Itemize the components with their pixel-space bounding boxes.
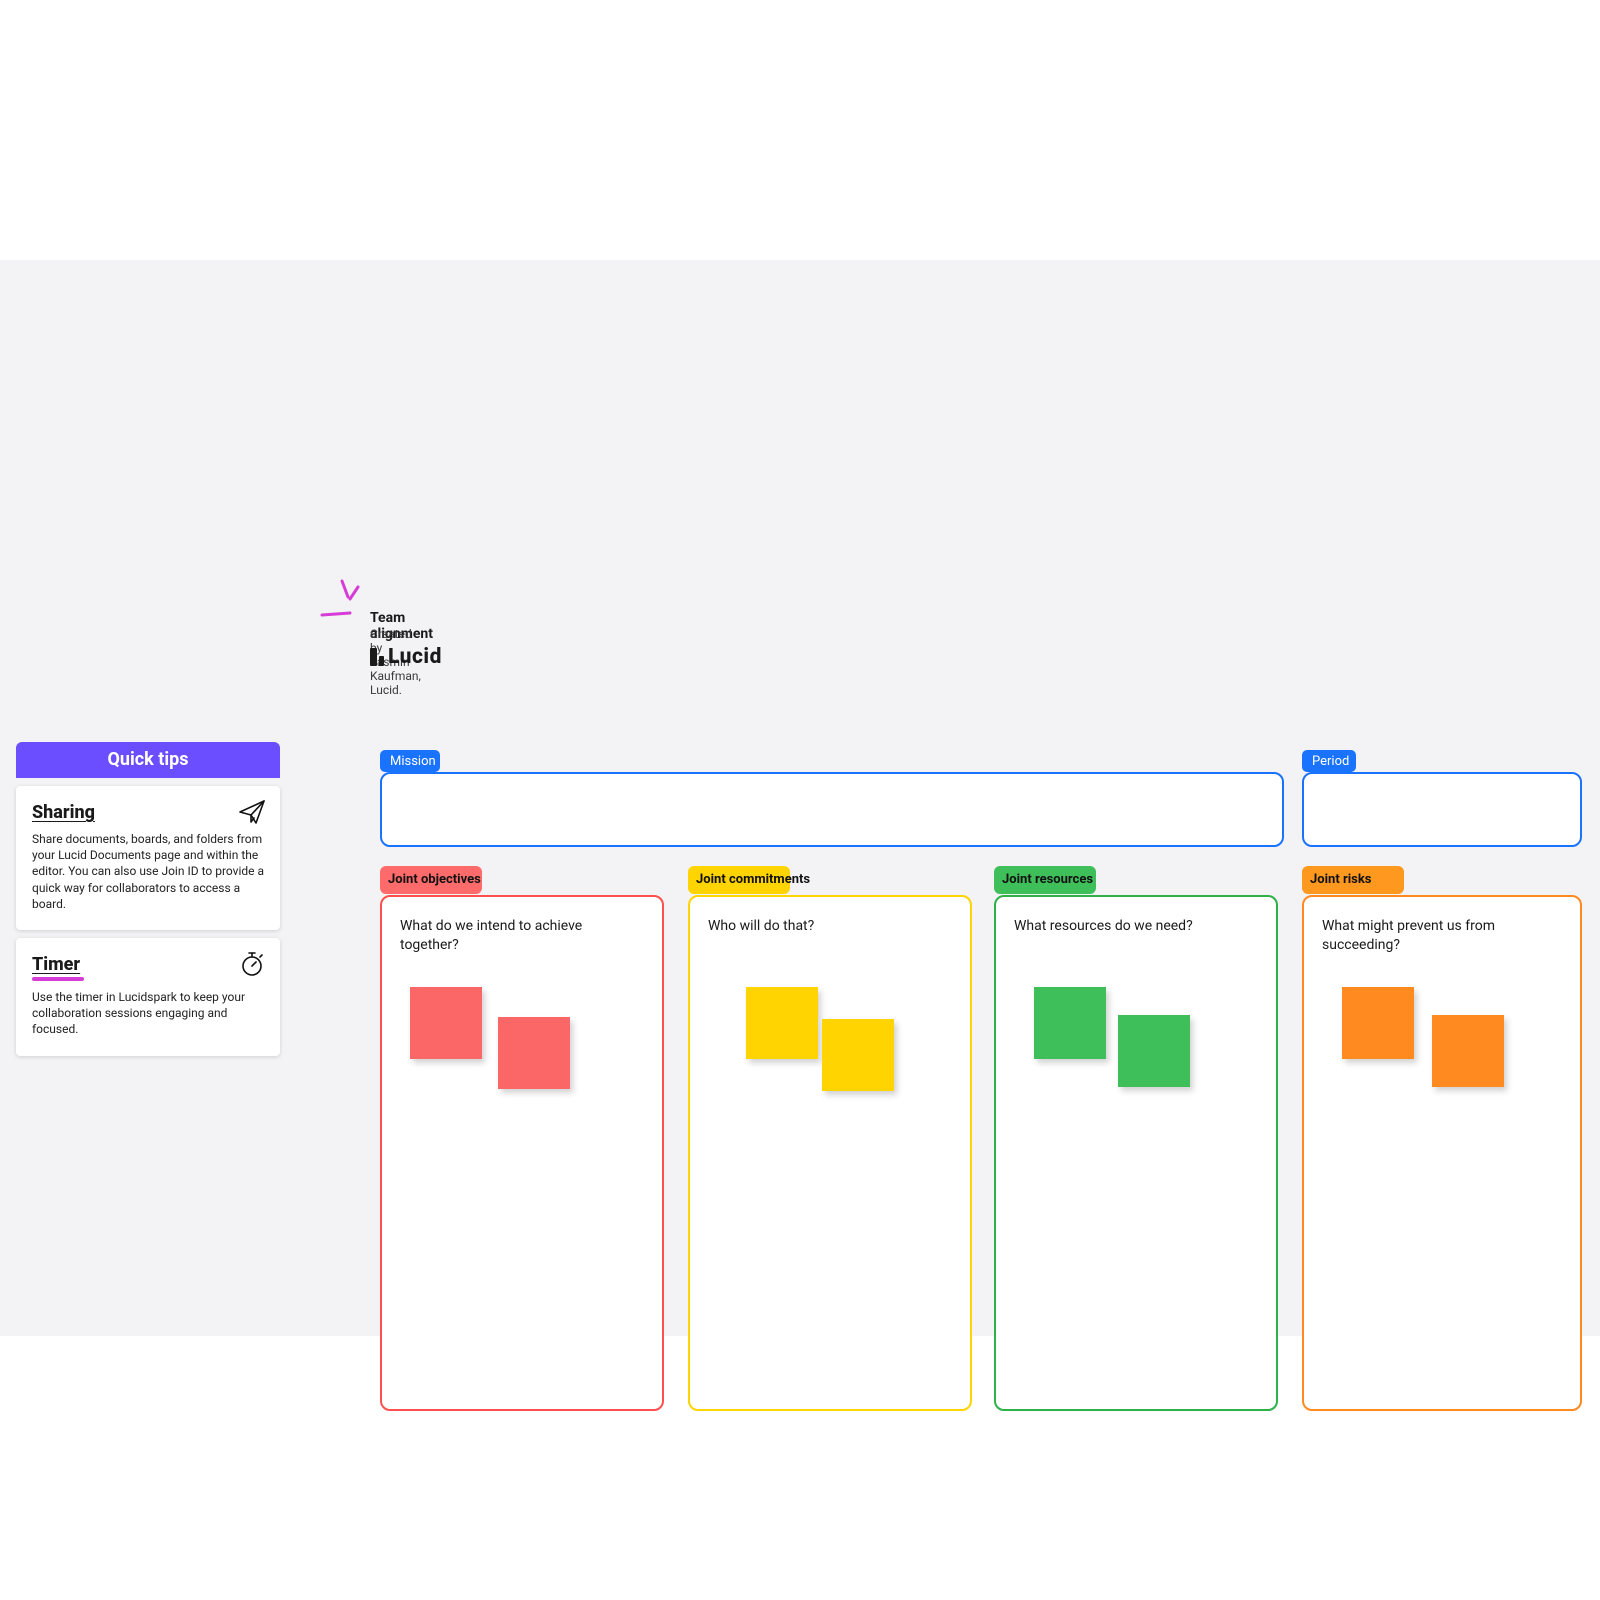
lucid-logo: Lucid [370, 645, 442, 669]
lucid-logo-text: Lucid [388, 645, 442, 669]
tip-card-timer[interactable]: Timer Use the timer in Lucidspark to kee… [16, 938, 280, 1056]
quick-tips-header: Quick tips [16, 742, 280, 778]
sticky-note[interactable] [410, 987, 482, 1059]
sticky-note[interactable] [746, 987, 818, 1059]
column-objectives[interactable]: What do we intend to achieve together? [380, 895, 664, 1411]
sticky-note[interactable] [1432, 1015, 1504, 1087]
column-commitments[interactable]: Who will do that? [688, 895, 972, 1411]
mission-input[interactable] [380, 772, 1284, 847]
tip-body: Use the timer in Lucidspark to keep your… [32, 989, 264, 1038]
sticky-note[interactable] [1118, 1015, 1190, 1087]
sticky-note[interactable] [1342, 987, 1414, 1059]
quick-tips-panel: Quick tips Sharing Share documents, boar… [16, 742, 280, 1056]
sticky-note[interactable] [1034, 987, 1106, 1059]
column-label-commitments: Joint commitments [696, 873, 826, 887]
column-prompt: What might prevent us from succeeding? [1322, 917, 1532, 955]
tip-title: Sharing [32, 802, 264, 823]
sticky-note[interactable] [822, 1019, 894, 1091]
column-risks[interactable]: What might prevent us from succeeding? [1302, 895, 1582, 1411]
sticky-note[interactable] [498, 1017, 570, 1089]
board-stage[interactable]: Team alignment Created by Yasmin Kaufman… [0, 260, 1600, 1336]
mission-tag: Mission [380, 750, 440, 772]
column-resources[interactable]: What resources do we need? [994, 895, 1278, 1411]
paper-plane-icon [238, 798, 266, 826]
column-label-risks: Joint risks [1310, 873, 1440, 887]
column-label-resources: Joint resources [1002, 873, 1132, 887]
spark-accent-icon [322, 579, 368, 625]
stopwatch-icon [238, 950, 266, 978]
lucid-logo-mark-icon [370, 648, 384, 666]
tip-card-sharing[interactable]: Sharing Share documents, boards, and fol… [16, 786, 280, 930]
column-prompt: Who will do that? [708, 917, 918, 936]
tip-body: Share documents, boards, and folders fro… [32, 831, 264, 912]
canvas-root: Team alignment Created by Yasmin Kaufman… [0, 0, 1600, 1600]
period-tag: Period [1302, 750, 1356, 772]
column-prompt: What do we intend to achieve together? [400, 917, 610, 955]
tip-title: Timer [32, 954, 264, 981]
column-prompt: What resources do we need? [1014, 917, 1224, 936]
column-label-objectives: Joint objectives [388, 873, 518, 887]
period-input[interactable] [1302, 772, 1582, 847]
